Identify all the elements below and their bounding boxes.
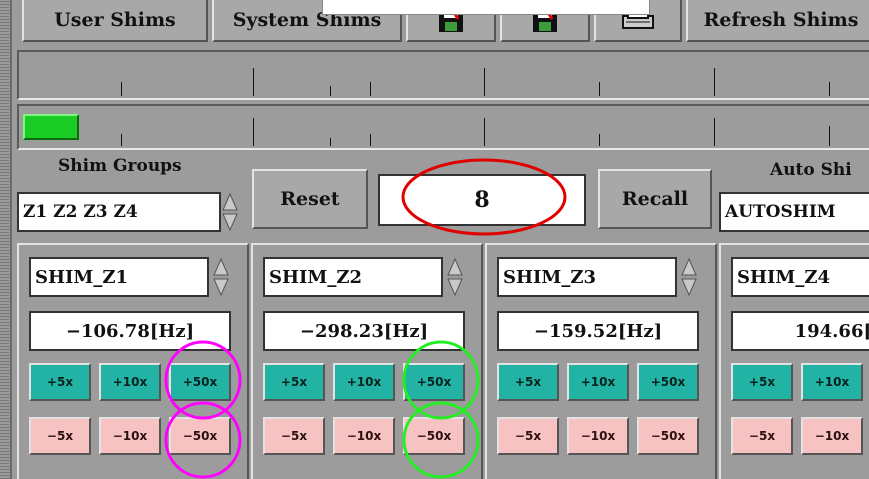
reset-button[interactable]: Reset [252,169,368,229]
minus-5x-button[interactable]: −5x [29,417,91,455]
plus-5x-button[interactable]: +5x [29,363,91,401]
spinner-arrows-icon [681,257,697,297]
minus-5x-button[interactable]: −5x [731,417,793,455]
shim-select-z2[interactable]: SHIM_Z2 [263,257,443,297]
plus-50x-button[interactable]: +50x [403,363,465,401]
plus-50x-button[interactable]: +50x [169,363,231,401]
shim-value-z1: −106.78[Hz] [29,311,231,351]
shim-meter-1 [17,50,869,100]
shim-counter-value: 8 [378,174,586,226]
window-title-gap [322,0,650,15]
shim-select-z1[interactable]: SHIM_Z1 [29,257,209,297]
shim-groups-label: Shim Groups [58,156,182,176]
minus-10x-button[interactable]: −10x [333,417,395,455]
spinner-arrows-icon [447,257,463,297]
user-shims-button[interactable]: User Shims [22,0,208,42]
minus-50x-button[interactable]: −50x [169,417,231,455]
window-edge [0,0,12,479]
plus-5x-button[interactable]: +5x [731,363,793,401]
shim-panel-z1: SHIM_Z1 −106.78[Hz] +5x +10x +50x −5x −1… [17,243,249,479]
shim-value-z4: 194.66[H [731,311,869,351]
plus-10x-button[interactable]: +10x [801,363,863,401]
shim-panel-z3: SHIM_Z3 −159.52[Hz] +5x +10x +50x −5x −1… [485,243,717,479]
shim-panel-z4: SHIM_Z4 194.66[H +5x +10x −5x −10x [719,243,869,479]
minus-50x-button[interactable]: −50x [403,417,465,455]
spinner-arrows-icon [222,192,238,232]
minus-50x-button[interactable]: −50x [637,417,699,455]
plus-10x-button[interactable]: +10x [99,363,161,401]
status-led [23,114,79,140]
minus-5x-button[interactable]: −5x [263,417,325,455]
shim-value-z3: −159.52[Hz] [497,311,699,351]
plus-5x-button[interactable]: +5x [263,363,325,401]
shim-value-z2: −298.23[Hz] [263,311,465,351]
minus-10x-button[interactable]: −10x [99,417,161,455]
auto-shim-field[interactable]: AUTOSHIM [719,192,869,232]
shim-spinner-z1[interactable] [212,257,230,297]
minus-5x-button[interactable]: −5x [497,417,559,455]
shim-groups-field[interactable]: Z1 Z2 Z3 Z4 [17,192,221,232]
shim-meter-2 [17,104,869,150]
plus-5x-button[interactable]: +5x [497,363,559,401]
shim-control-window: User Shims System Shims Refresh Shims Sh… [0,0,869,479]
shim-spinner-z3[interactable] [680,257,698,297]
plus-10x-button[interactable]: +10x [567,363,629,401]
spinner-arrows-icon [213,257,229,297]
shim-select-z3[interactable]: SHIM_Z3 [497,257,677,297]
minus-10x-button[interactable]: −10x [801,417,863,455]
auto-shim-label: Auto Shi [770,160,852,180]
refresh-shims-button[interactable]: Refresh Shims [686,0,869,42]
shim-groups-spinner[interactable] [221,192,239,232]
shim-spinner-z2[interactable] [446,257,464,297]
minus-10x-button[interactable]: −10x [567,417,629,455]
plus-10x-button[interactable]: +10x [333,363,395,401]
plus-50x-button[interactable]: +50x [637,363,699,401]
shim-select-z4[interactable]: SHIM_Z4 [731,257,869,297]
recall-button[interactable]: Recall [598,169,712,229]
shim-panel-z2: SHIM_Z2 −298.23[Hz] +5x +10x +50x −5x −1… [251,243,483,479]
